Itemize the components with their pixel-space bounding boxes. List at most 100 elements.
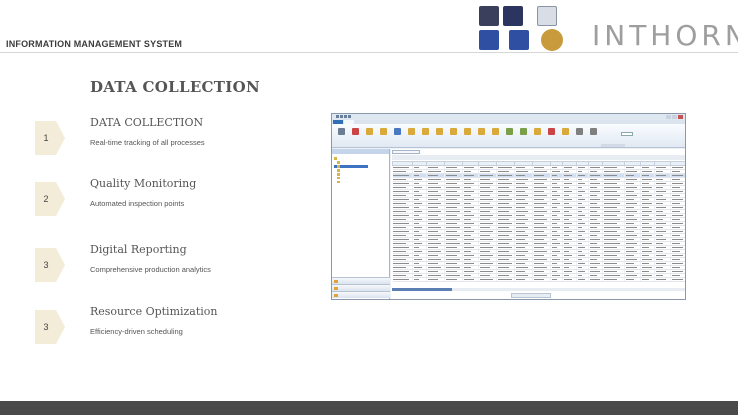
certification-logo-4 bbox=[479, 30, 499, 50]
minimize-icon bbox=[666, 115, 671, 119]
step-title: DATA COLLECTION bbox=[90, 116, 204, 129]
certification-logo-1 bbox=[479, 6, 499, 26]
header-divider bbox=[0, 52, 738, 53]
page-title: DATA COLLECTION bbox=[90, 78, 260, 96]
table-row bbox=[392, 225, 685, 230]
table-row bbox=[392, 233, 685, 238]
ribbon-search-box bbox=[621, 132, 633, 136]
ribbon-button-icon bbox=[352, 128, 359, 135]
maximize-icon bbox=[672, 115, 677, 119]
folder-icon bbox=[334, 287, 338, 290]
horizontal-scrollbar bbox=[392, 288, 685, 291]
step-3: 3 Digital Reporting Comprehensive produc… bbox=[35, 243, 245, 288]
step-title: Resource Optimization bbox=[90, 305, 218, 318]
table-cell bbox=[392, 277, 413, 282]
table-row bbox=[392, 277, 685, 282]
ribbon-button-icon bbox=[492, 128, 499, 135]
grid-pager bbox=[511, 293, 551, 298]
folder-icon bbox=[334, 294, 338, 297]
table-cell bbox=[532, 277, 551, 282]
step-4: 3 Resource Optimization Efficiency-drive… bbox=[35, 305, 245, 350]
table-row bbox=[392, 213, 685, 218]
certification-logos bbox=[479, 6, 569, 54]
step-description: Efficiency-driven scheduling bbox=[90, 327, 183, 336]
navigation-pane bbox=[332, 149, 390, 299]
table-row bbox=[392, 249, 685, 254]
table-row bbox=[392, 181, 685, 186]
navigation-pane-header bbox=[332, 149, 389, 154]
table-row bbox=[392, 257, 685, 262]
table-cell bbox=[426, 277, 445, 282]
folder-icon bbox=[337, 173, 340, 176]
ribbon-button-icon bbox=[576, 128, 583, 135]
table-cell bbox=[462, 277, 479, 282]
table-cell bbox=[478, 277, 497, 282]
table-row bbox=[392, 205, 685, 210]
table-row bbox=[392, 201, 685, 206]
ribbon-button-icon bbox=[338, 128, 345, 135]
table-row bbox=[392, 261, 685, 266]
ribbon-button-icon bbox=[408, 128, 415, 135]
step-2: 2 Quality Monitoring Automated inspectio… bbox=[35, 177, 245, 222]
table-row bbox=[392, 229, 685, 234]
ribbon-button-icon bbox=[422, 128, 429, 135]
table-cell bbox=[444, 277, 463, 282]
table-row bbox=[392, 253, 685, 258]
certification-logo-6 bbox=[541, 29, 563, 51]
table-row bbox=[392, 185, 685, 190]
ribbon-button-icon bbox=[436, 128, 443, 135]
table-cell bbox=[670, 277, 685, 282]
ribbon-button-icon bbox=[534, 128, 541, 135]
folder-icon bbox=[337, 161, 340, 164]
folder-icon bbox=[337, 176, 340, 180]
table-row bbox=[392, 237, 685, 242]
table-row bbox=[392, 273, 685, 278]
table-row bbox=[392, 245, 685, 250]
nav-group-3 bbox=[332, 291, 390, 298]
folder-icon bbox=[337, 169, 340, 172]
table-cell bbox=[640, 277, 655, 282]
table-row bbox=[392, 169, 685, 174]
table-cell bbox=[588, 277, 603, 282]
tree-node bbox=[334, 157, 356, 160]
certification-logo-2 bbox=[503, 6, 523, 26]
table-row bbox=[392, 165, 685, 170]
tree-node bbox=[334, 173, 356, 176]
step-number: 3 bbox=[43, 322, 49, 332]
table-cell bbox=[514, 277, 533, 282]
certification-logo-3 bbox=[537, 6, 557, 26]
group-by-panel bbox=[392, 155, 685, 160]
ribbon-button-icon bbox=[380, 128, 387, 135]
tree-node bbox=[334, 164, 368, 169]
ribbon-button-icon bbox=[506, 128, 513, 135]
ribbon-button-icon bbox=[520, 128, 527, 135]
data-grid bbox=[392, 161, 685, 282]
table-row bbox=[392, 269, 685, 274]
ribbon-button-icon bbox=[366, 128, 373, 135]
close-icon bbox=[678, 115, 683, 119]
table-row bbox=[392, 209, 685, 214]
folder-icon bbox=[334, 157, 337, 160]
table-cell bbox=[576, 277, 589, 282]
tree-node bbox=[334, 169, 356, 172]
software-screenshot bbox=[331, 113, 686, 300]
step-description: Comprehensive production analytics bbox=[90, 265, 211, 274]
ribbon-button-icon bbox=[548, 128, 555, 135]
step-number: 1 bbox=[43, 133, 49, 143]
tree-node bbox=[334, 176, 356, 180]
ribbon-button-icon bbox=[478, 128, 485, 135]
table-cell bbox=[624, 277, 641, 282]
nav-group-2 bbox=[332, 284, 390, 291]
table-cell bbox=[412, 277, 427, 282]
ribbon-button-icon bbox=[562, 128, 569, 135]
step-description: Real-time tracking of all processes bbox=[90, 138, 205, 147]
folder-tree bbox=[334, 157, 368, 185]
table-row bbox=[392, 221, 685, 226]
grid-tab bbox=[392, 150, 420, 154]
step-1: 1 DATA COLLECTION Real-time tracking of … bbox=[35, 116, 245, 161]
step-title: Quality Monitoring bbox=[90, 177, 197, 190]
table-cell bbox=[562, 277, 577, 282]
nav-group-1 bbox=[332, 277, 390, 284]
system-title: INFORMATION MANAGEMENT SYSTEM bbox=[6, 39, 183, 49]
table-row bbox=[392, 189, 685, 194]
